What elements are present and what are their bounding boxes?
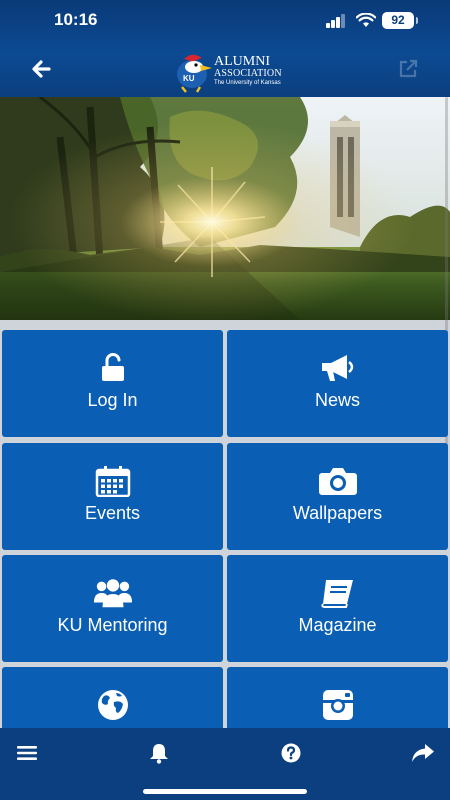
help-icon xyxy=(281,743,301,763)
cellular-signal-icon xyxy=(326,14,346,28)
notifications-tab[interactable] xyxy=(146,740,172,766)
alumni-association-logo: KU ALUMNI ASSOCIATION The University of … xyxy=(170,49,282,93)
share-tab[interactable] xyxy=(410,740,436,766)
campus-photo-banner xyxy=(0,97,450,320)
campanile-sunset-image xyxy=(0,97,450,320)
magazine-tile[interactable]: Magazine xyxy=(227,555,448,662)
login-label: Log In xyxy=(87,390,138,410)
book-icon xyxy=(318,577,358,609)
globe-icon xyxy=(93,689,133,721)
jayhawk-logo-icon: KU xyxy=(177,54,212,93)
megaphone-icon xyxy=(318,352,358,384)
share-icon xyxy=(412,744,434,762)
magazine-label: Magazine xyxy=(298,615,377,635)
calendar-icon xyxy=(93,465,133,497)
news-label: News xyxy=(314,390,360,410)
menu-grid: Log In News Events Wallpapers KU Mentori… xyxy=(0,330,450,728)
logo-line-university: The University of Kansas xyxy=(214,80,281,86)
events-tile[interactable]: Events xyxy=(2,443,223,550)
wallpapers-tile[interactable]: Wallpapers xyxy=(227,443,448,550)
instagram-icon xyxy=(318,689,358,721)
battery-indicator: 92 xyxy=(382,12,418,29)
back-arrow-icon[interactable] xyxy=(28,56,54,82)
instagram-tile[interactable] xyxy=(227,667,448,728)
status-bar: 10:16 92 xyxy=(0,0,450,44)
camera-icon xyxy=(318,465,358,497)
app-header: 10:16 92 KU ALUMNI ASSOCIATION The Unive… xyxy=(0,0,450,97)
people-icon xyxy=(93,577,133,609)
status-time: 10:16 xyxy=(54,10,98,29)
unlock-icon xyxy=(93,352,133,384)
news-tile[interactable]: News xyxy=(227,330,448,437)
menu-tab[interactable] xyxy=(14,740,40,766)
bell-icon xyxy=(150,744,168,764)
wallpapers-label: Wallpapers xyxy=(292,503,383,523)
help-tab[interactable] xyxy=(278,740,304,766)
wifi-icon xyxy=(356,13,376,27)
home-indicator xyxy=(143,789,307,794)
globe-tile[interactable] xyxy=(2,667,223,728)
login-tile[interactable]: Log In xyxy=(2,330,223,437)
external-link-icon[interactable] xyxy=(396,57,420,81)
nav-bar: KU ALUMNI ASSOCIATION The University of … xyxy=(0,44,450,97)
ku-mentoring-label: KU Mentoring xyxy=(57,615,168,635)
ku-mentoring-tile[interactable]: KU Mentoring xyxy=(2,555,223,662)
events-label: Events xyxy=(84,503,141,523)
logo-line-alumni: ALUMNI xyxy=(214,54,270,69)
menu-icon xyxy=(17,746,37,760)
logo-badge-text: KU xyxy=(183,74,195,83)
